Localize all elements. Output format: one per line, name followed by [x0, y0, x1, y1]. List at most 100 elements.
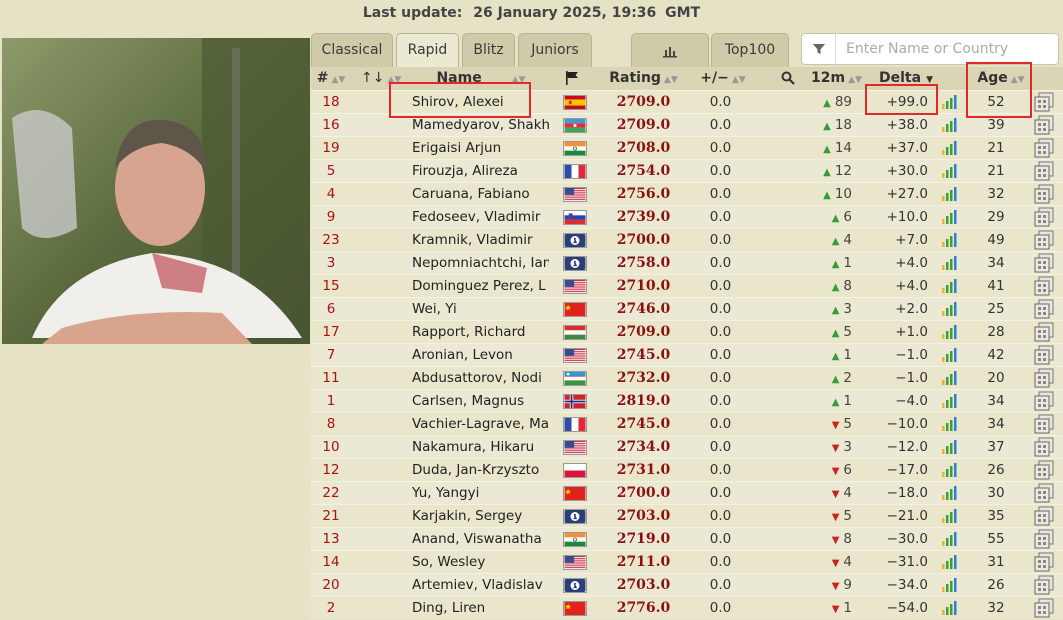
- profile-card-icon[interactable]: [1033, 551, 1055, 573]
- player-name-link[interactable]: Ding, Liren: [411, 597, 549, 619]
- player-name-link[interactable]: Abdusattorov, Nodi: [411, 367, 549, 389]
- player-name-link[interactable]: Shirov, Alexei: [411, 91, 549, 113]
- stats-chart-icon[interactable]: [939, 229, 959, 251]
- search-input[interactable]: [836, 35, 1058, 63]
- profile-card-icon[interactable]: [1033, 275, 1055, 297]
- player-name-link[interactable]: Yu, Yangyi: [411, 482, 549, 504]
- profile-card-icon[interactable]: [1033, 505, 1055, 527]
- col-flag[interactable]: [564, 67, 590, 90]
- table-row[interactable]: 1 Carlsen, Magnus 2819.0 0.0 ▲ 1 −4.0 34: [311, 389, 1063, 412]
- table-row[interactable]: 12 Duda, Jan-Krzyszto 2731.0 0.0 ▼ 6 −17.0 26: [311, 458, 1063, 481]
- stats-chart-icon[interactable]: [939, 551, 959, 573]
- player-name-link[interactable]: Artemiev, Vladislav: [411, 574, 549, 596]
- stats-chart-icon[interactable]: [939, 160, 959, 182]
- table-row[interactable]: 10 Nakamura, Hikaru 2734.0 0.0 ▼ 3 −12.0 37: [311, 435, 1063, 458]
- profile-card-icon[interactable]: [1033, 413, 1055, 435]
- table-row[interactable]: 19 Erigaisi Arjun 2708.0 0.0 ▲ 14 +37.0 21: [311, 136, 1063, 159]
- table-row[interactable]: 23 Kramnik, Vladimir 2700.0 0.0 ▲ 4 +7.0 49: [311, 228, 1063, 251]
- profile-card-icon[interactable]: [1033, 137, 1055, 159]
- table-row[interactable]: 5 Firouzja, Alireza 2754.0 0.0 ▲ 12 +30.0 21: [311, 159, 1063, 182]
- player-name-link[interactable]: Karjakin, Sergey: [411, 505, 549, 527]
- profile-card-icon[interactable]: [1033, 252, 1055, 274]
- profile-card-icon[interactable]: [1033, 321, 1055, 343]
- col-search[interactable]: ▲▼: [773, 67, 803, 111]
- stats-chart-icon[interactable]: [939, 574, 959, 596]
- profile-card-icon[interactable]: [1033, 574, 1055, 596]
- col-12m[interactable]: 12m ▲▼: [811, 67, 862, 90]
- col-age[interactable]: Age ▲▼: [966, 67, 1036, 90]
- player-name-link[interactable]: Carlsen, Magnus: [411, 390, 549, 412]
- stats-chart-icon[interactable]: [939, 505, 959, 527]
- player-name-link[interactable]: Wei, Yi: [411, 298, 549, 320]
- profile-card-icon[interactable]: [1033, 459, 1055, 481]
- stats-chart-icon[interactable]: [939, 436, 959, 458]
- profile-card-icon[interactable]: [1033, 436, 1055, 458]
- stats-chart-icon[interactable]: [939, 137, 959, 159]
- profile-card-icon[interactable]: [1033, 390, 1055, 412]
- profile-card-icon[interactable]: [1033, 229, 1055, 251]
- table-row[interactable]: 16 Mamedyarov, Shakh 2709.0 0.0 ▲ 18 +38.0 39: [311, 113, 1063, 136]
- tab-top100[interactable]: Top100: [711, 33, 789, 67]
- player-name-link[interactable]: Mamedyarov, Shakh: [411, 114, 549, 136]
- table-row[interactable]: 11 Abdusattorov, Nodi 2732.0 0.0 ▲ 2 −1.0 20: [311, 366, 1063, 389]
- table-row[interactable]: 14 So, Wesley 2711.0 0.0 ▼ 4 −31.0 31: [311, 550, 1063, 573]
- table-row[interactable]: 9 Fedoseev, Vladimir 2739.0 0.0 ▲ 6 +10.0 29: [311, 205, 1063, 228]
- stats-chart-icon[interactable]: [939, 482, 959, 504]
- col-name[interactable]: Name ▲▼: [411, 67, 551, 90]
- stats-chart-icon[interactable]: [939, 459, 959, 481]
- profile-card-icon[interactable]: [1033, 367, 1055, 389]
- profile-card-icon[interactable]: [1033, 298, 1055, 320]
- profile-card-icon[interactable]: [1033, 597, 1055, 619]
- tab-rapid[interactable]: Rapid: [396, 33, 459, 67]
- stats-chart-icon[interactable]: [939, 413, 959, 435]
- player-name-link[interactable]: Kramnik, Vladimir: [411, 229, 549, 251]
- stats-chart-icon[interactable]: [939, 183, 959, 205]
- table-row[interactable]: 21 Karjakin, Sergey 2703.0 0.0 ▼ 5 −21.0 35: [311, 504, 1063, 527]
- player-name-link[interactable]: Erigaisi Arjun: [411, 137, 549, 159]
- table-row[interactable]: 22 Yu, Yangyi 2700.0 0.0 ▼ 4 −18.0 30: [311, 481, 1063, 504]
- player-name-link[interactable]: Caruana, Fabiano: [411, 183, 549, 205]
- table-row[interactable]: 17 Rapport, Richard 2709.0 0.0 ▲ 5 +1.0 28: [311, 320, 1063, 343]
- table-row[interactable]: 3 Nepomniachtchi, Ian 2758.0 0.0 ▲ 1 +4.0 34: [311, 251, 1063, 274]
- table-row[interactable]: 18 Shirov, Alexei 2709.0 0.0 ▲ 89 +99.0 52: [311, 90, 1063, 113]
- table-row[interactable]: 4 Caruana, Fabiano 2756.0 0.0 ▲ 10 +27.0 32: [311, 182, 1063, 205]
- stats-chart-icon[interactable]: [939, 91, 959, 113]
- filter-icon[interactable]: [802, 34, 836, 64]
- player-name-link[interactable]: Aronian, Levon: [411, 344, 549, 366]
- profile-card-icon[interactable]: [1033, 482, 1055, 504]
- profile-card-icon[interactable]: [1033, 91, 1055, 113]
- stats-chart-icon[interactable]: [939, 114, 959, 136]
- player-name-link[interactable]: Firouzja, Alireza: [411, 160, 549, 182]
- stats-chart-icon[interactable]: [939, 275, 959, 297]
- stats-chart-icon[interactable]: [939, 528, 959, 550]
- profile-card-icon[interactable]: [1033, 528, 1055, 550]
- player-name-link[interactable]: Anand, Viswanatha: [411, 528, 549, 550]
- stats-chart-icon[interactable]: [939, 206, 959, 228]
- table-row[interactable]: 15 Dominguez Perez, L 2710.0 0.0 ▲ 8 +4.0 41: [311, 274, 1063, 297]
- player-name-link[interactable]: Fedoseev, Vladimir: [411, 206, 549, 228]
- table-row[interactable]: 8 Vachier-Lagrave, Ma 2745.0 0.0 ▼ 5 −10.0 34: [311, 412, 1063, 435]
- player-name-link[interactable]: Nakamura, Hikaru: [411, 436, 549, 458]
- profile-card-icon[interactable]: [1033, 160, 1055, 182]
- table-row[interactable]: 20 Artemiev, Vladislav 2703.0 0.0 ▼ 9 −34.0 26: [311, 573, 1063, 596]
- col-sort[interactable]: ↑↓ ▲▼: [361, 67, 401, 90]
- col-plusminus[interactable]: +/− ▲▼: [693, 67, 753, 90]
- stats-chart-icon[interactable]: [939, 597, 959, 619]
- stats-chart-icon[interactable]: [939, 390, 959, 412]
- table-row[interactable]: 6 Wei, Yi 2746.0 0.0 ▲ 3 +2.0 25: [311, 297, 1063, 320]
- stats-chart-icon[interactable]: [939, 298, 959, 320]
- player-name-link[interactable]: Dominguez Perez, L: [411, 275, 549, 297]
- stats-chart-icon[interactable]: [939, 344, 959, 366]
- stats-chart-icon[interactable]: [939, 252, 959, 274]
- player-name-link[interactable]: Duda, Jan-Krzyszto: [411, 459, 549, 481]
- player-name-link[interactable]: Rapport, Richard: [411, 321, 549, 343]
- tab-classical[interactable]: Classical: [311, 33, 393, 67]
- tab-blitz[interactable]: Blitz: [462, 33, 515, 67]
- stats-chart-icon[interactable]: [939, 321, 959, 343]
- profile-card-icon[interactable]: [1033, 183, 1055, 205]
- table-row[interactable]: 13 Anand, Viswanatha 2719.0 0.0 ▼ 8 −30.0 55: [311, 527, 1063, 550]
- stats-chart-icon[interactable]: [939, 367, 959, 389]
- player-name-link[interactable]: So, Wesley: [411, 551, 549, 573]
- col-rank[interactable]: # ▲▼: [311, 67, 351, 90]
- tab-chart[interactable]: [631, 33, 709, 67]
